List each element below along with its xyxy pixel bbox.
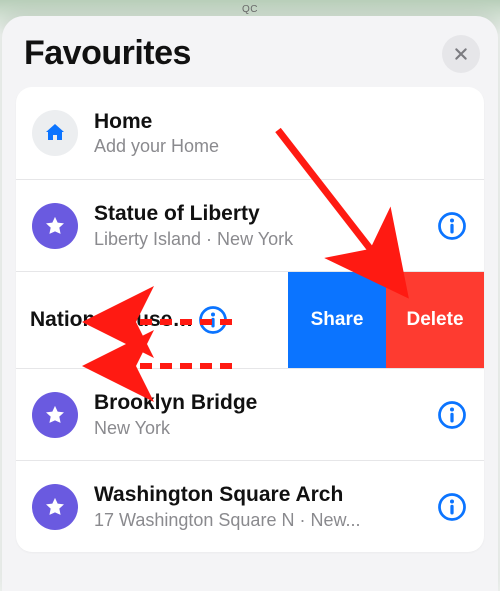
star-icon [32, 392, 78, 438]
info-button[interactable] [197, 304, 229, 336]
home-icon [32, 110, 78, 156]
list-item-subtitle: Add your Home [94, 136, 468, 157]
list-item-title: National Muse… [30, 308, 193, 332]
close-icon [453, 46, 469, 62]
star-icon [32, 203, 78, 249]
list-item[interactable]: Brooklyn Bridge New York [16, 368, 484, 460]
share-button[interactable]: Share [288, 272, 386, 368]
list-item[interactable]: Washington Square Arch 17 Washington Squ… [16, 460, 484, 552]
list-item-swiped[interactable]: National Muse… Share Delete [16, 271, 484, 368]
info-button[interactable] [436, 210, 468, 242]
close-button[interactable] [442, 35, 480, 73]
list-item-title: Statue of Liberty [94, 201, 428, 226]
map-region-label: QC [242, 4, 258, 15]
list-item-title: Brooklyn Bridge [94, 390, 428, 415]
list-item-title: Home [94, 109, 468, 134]
favourites-sheet: Favourites Home Add your Home [2, 16, 498, 591]
list-item-subtitle: Liberty Island · New York [94, 229, 428, 250]
list-item-title: Washington Square Arch [94, 482, 428, 507]
info-button[interactable] [436, 399, 468, 431]
list-item-subtitle: New York [94, 418, 428, 439]
list-item-home[interactable]: Home Add your Home [16, 87, 484, 179]
list-item[interactable]: Statue of Liberty Liberty Island · New Y… [16, 179, 484, 271]
delete-button[interactable]: Delete [386, 272, 484, 368]
list-item-subtitle: 17 Washington Square N · New... [94, 510, 428, 531]
favourites-list: Home Add your Home Statue of Liberty Lib… [16, 87, 484, 552]
page-title: Favourites [24, 34, 191, 73]
info-button[interactable] [436, 491, 468, 523]
star-icon [32, 484, 78, 530]
